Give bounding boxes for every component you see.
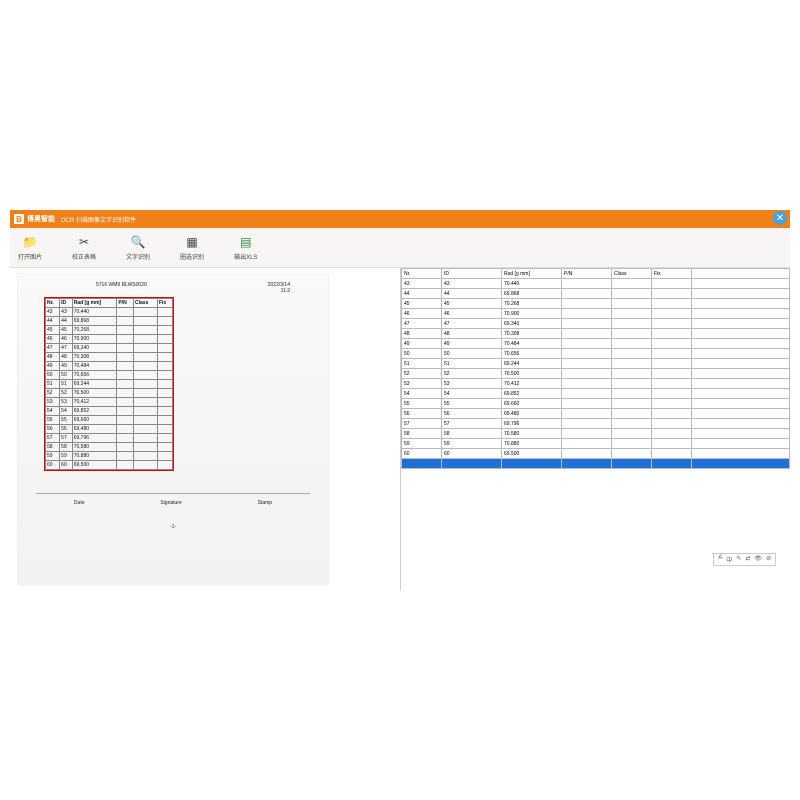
footer-stamp: Stamp — [258, 500, 272, 506]
scan-table-selection[interactable]: Nr. ID Rad [g mm] P/N Class Fix 434370,4… — [44, 297, 174, 471]
scan-row: 454570,268 — [46, 326, 173, 335]
scan-row: 535370,412 — [46, 398, 173, 407]
open-image-button[interactable]: 📁 打开图片 — [18, 234, 42, 261]
btn-label: 打开图片 — [18, 252, 42, 261]
result-row[interactable]: 555569.660 — [402, 399, 790, 409]
result-row[interactable]: 525270.500 — [402, 369, 790, 379]
result-row[interactable]: 595970.880 — [402, 439, 790, 449]
col-nr: Nr. — [46, 299, 60, 308]
scan-row: 464670,900 — [46, 335, 173, 344]
result-row[interactable]: 545469.852 — [402, 389, 790, 399]
floating-edit-toolbar[interactable]: A 中 ✎ ⇄ 👁 ⊘ — [713, 553, 776, 566]
tool-swap-icon[interactable]: ⇄ — [745, 555, 750, 564]
scan-row: 484870,308 — [46, 353, 173, 362]
close-button[interactable]: ✕ — [773, 211, 787, 225]
brand-logo: B 博奥智能 — [14, 214, 55, 224]
result-row[interactable]: 565669.480 — [402, 409, 790, 419]
result-pane: Nr. ID Rad [g mm] P/N Class Fix 434370.4… — [400, 268, 790, 590]
scan-time: 11:2 — [281, 288, 290, 294]
result-table[interactable]: Nr. ID Rad [g mm] P/N Class Fix 434370.4… — [401, 268, 790, 469]
selected-row[interactable] — [402, 459, 790, 469]
page-number: -1- — [36, 524, 310, 530]
col-pn: P/N — [562, 269, 612, 279]
scan-table: Nr. ID Rad [g mm] P/N Class Fix 434370,4… — [45, 298, 173, 470]
result-header-row: Nr. ID Rad [g mm] P/N Class Fix — [402, 269, 790, 279]
result-row[interactable]: 494970.484 — [402, 339, 790, 349]
col-fix: Fix — [157, 299, 172, 308]
result-row[interactable]: 585870.580 — [402, 429, 790, 439]
crop-icon: ✂ — [76, 234, 92, 250]
scan-preview-pane: 5716 WM9 RLWS0020 2022/3/14 11:2 Nr. ID … — [10, 268, 400, 590]
scan-footer: Date Signature Stamp — [36, 493, 310, 506]
brand-name: 博奥智能 — [27, 214, 55, 224]
scan-row: 434370,440 — [46, 308, 173, 317]
btn-label: 文字识别 — [126, 252, 150, 261]
btn-label: 圈选识别 — [180, 252, 204, 261]
result-row[interactable]: 474769.340 — [402, 319, 790, 329]
col-rad: Rad [g mm] — [72, 299, 117, 308]
btn-label: 校正表格 — [72, 252, 96, 261]
result-row[interactable]: 464670.900 — [402, 309, 790, 319]
correct-table-button[interactable]: ✂ 校正表格 — [72, 234, 96, 261]
scan-row: 515169,244 — [46, 380, 173, 389]
result-row[interactable]: 515169.244 — [402, 359, 790, 369]
btn-label: 输出XLS — [234, 252, 257, 261]
col-id: ID — [60, 299, 73, 308]
app-window: B 博奥智能 OCR 扫描图像文字识别软件 ✕ 📁 打开图片 ✂ 校正表格 🔍 … — [10, 210, 790, 590]
col-extra — [692, 269, 790, 279]
result-row[interactable]: 434370.440 — [402, 279, 790, 289]
col-pn: P/N — [117, 299, 134, 308]
scan-header: 5716 WM9 RLWS0020 2022/3/14 11:2 — [36, 282, 310, 294]
col-class: Class — [134, 299, 158, 308]
scan-row: 494970,484 — [46, 362, 173, 371]
result-row[interactable]: 484870.308 — [402, 329, 790, 339]
col-fix: Fix — [652, 269, 692, 279]
titlebar: B 博奥智能 OCR 扫描图像文字识别软件 ✕ — [10, 210, 790, 228]
export-xls-button[interactable]: ▤ 输出XLS — [234, 234, 257, 261]
tool-eye-icon[interactable]: 👁 — [754, 555, 762, 564]
col-class: Class — [612, 269, 652, 279]
result-row[interactable]: 606069.500 — [402, 449, 790, 459]
scan-row: 585870,580 — [46, 443, 173, 452]
result-row[interactable]: 444469.868 — [402, 289, 790, 299]
folder-icon: 📁 — [22, 234, 38, 250]
result-row[interactable]: 505070.656 — [402, 349, 790, 359]
result-row[interactable]: 454570.268 — [402, 299, 790, 309]
logo-icon: B — [14, 214, 24, 224]
scan-header-row: Nr. ID Rad [g mm] P/N Class Fix — [46, 299, 173, 308]
scan-row: 505070,656 — [46, 371, 173, 380]
result-row[interactable]: 575769.796 — [402, 419, 790, 429]
result-row[interactable]: 535370.412 — [402, 379, 790, 389]
scan-row: 575769,796 — [46, 434, 173, 443]
scan-row: 525270,500 — [46, 389, 173, 398]
col-nr: Nr. — [402, 269, 442, 279]
scan-row: 565669,480 — [46, 425, 173, 434]
workspace: 5716 WM9 RLWS0020 2022/3/14 11:2 Nr. ID … — [10, 268, 790, 590]
area-ocr-button[interactable]: ▦ 圈选识别 — [180, 234, 204, 261]
excel-icon: ▤ — [238, 234, 254, 250]
ocr-text-button[interactable]: 🔍 文字识别 — [126, 234, 150, 261]
scan-row: 545469,852 — [46, 407, 173, 416]
scan-row: 444469,868 — [46, 317, 173, 326]
tool-ime[interactable]: 中 — [726, 555, 732, 564]
toolbar: 📁 打开图片 ✂ 校正表格 🔍 文字识别 ▦ 圈选识别 ▤ 输出XLS — [10, 228, 790, 268]
col-id: ID — [442, 269, 502, 279]
scanned-page[interactable]: 5716 WM9 RLWS0020 2022/3/14 11:2 Nr. ID … — [18, 274, 328, 584]
tool-clear-icon[interactable]: ⊘ — [766, 555, 771, 564]
scan-row: 595970,880 — [46, 452, 173, 461]
scan-doc-id: 5716 WM9 RLWS0020 — [96, 282, 147, 294]
tool-edit-icon[interactable]: ✎ — [736, 555, 741, 564]
scan-row: 474769,340 — [46, 344, 173, 353]
app-title: OCR 扫描图像文字识别软件 — [61, 215, 136, 224]
footer-date: Date — [74, 500, 85, 506]
select-icon: ▦ — [184, 234, 200, 250]
col-rad: Rad [g mm] — [502, 269, 562, 279]
tool-a[interactable]: A — [718, 555, 722, 564]
scan-row: 555569,660 — [46, 416, 173, 425]
magnifier-icon: 🔍 — [130, 234, 146, 250]
scan-row: 606069,500 — [46, 461, 173, 470]
footer-signature: Signature — [160, 500, 181, 506]
